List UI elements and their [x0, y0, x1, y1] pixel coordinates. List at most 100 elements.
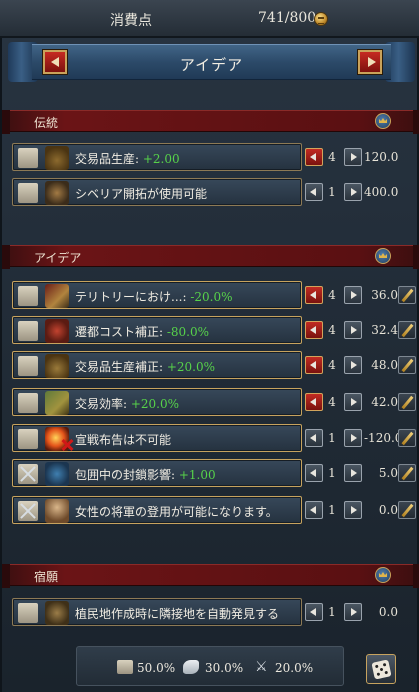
idea-box[interactable]: 宣戦布告は不可能	[12, 424, 302, 452]
prev-page-button[interactable]	[43, 50, 67, 74]
decrease-level-button[interactable]	[305, 393, 323, 411]
arrow-right-icon	[351, 361, 357, 369]
arrow-left-icon	[310, 153, 316, 161]
idea-box[interactable]: テリトリーにおけ...: -20.0%	[12, 281, 302, 309]
pencil-edit-button[interactable]	[398, 356, 416, 374]
arrow-right-icon	[351, 608, 357, 616]
coin-icon	[314, 12, 328, 26]
arrow-left-icon	[310, 291, 316, 299]
next-page-button[interactable]	[358, 50, 382, 74]
arrow-right-icon	[351, 398, 357, 406]
arrow-right-icon	[351, 506, 357, 514]
increase-level-button[interactable]	[344, 286, 362, 304]
idea-box[interactable]: 遷都コスト補正: -80.0%	[12, 316, 302, 344]
increase-level-button[interactable]	[344, 501, 362, 519]
idea-level: 1	[328, 466, 336, 480]
swords-icon	[18, 501, 38, 521]
idea-bonus: +1.00	[178, 468, 216, 482]
idea-level: 1	[328, 431, 336, 445]
arrow-left-icon	[310, 326, 316, 334]
trade-goods-icon	[45, 354, 69, 378]
cost-value: 741/800	[258, 10, 317, 26]
scroll-icon	[18, 148, 38, 168]
decrease-level-button[interactable]	[305, 501, 323, 519]
pencil-edit-button[interactable]	[398, 429, 416, 447]
idea-bonus: +20.0%	[130, 397, 180, 411]
blockade-icon	[45, 462, 69, 486]
decrease-level-button[interactable]	[305, 148, 323, 166]
idea-box[interactable]: 植民地作成時に隣接地を自動発見する	[12, 598, 302, 626]
decrease-level-button[interactable]	[305, 183, 323, 201]
swords-icon: ⚔	[255, 659, 268, 675]
idea-row: シベリア開拓が使用可能 1 400.0	[12, 178, 412, 206]
decrease-level-button[interactable]	[305, 286, 323, 304]
crown-icon[interactable]	[375, 113, 391, 129]
idea-row: 遷都コスト補正: -80.0% 4 32.4	[12, 316, 416, 344]
idea-cost: 5.0	[378, 466, 398, 480]
idea-text: テリトリーにおけ...:	[75, 290, 191, 304]
scroll-icon	[18, 321, 38, 341]
idea-row: 宣戦布告は不可能 1 -120.0	[12, 424, 416, 452]
weight-admin: 50.0%	[137, 661, 176, 675]
siberia-icon	[45, 181, 69, 205]
pencil-edit-button[interactable]	[398, 501, 416, 519]
pencil-edit-button[interactable]	[398, 464, 416, 482]
cost-bar: 消費点 741/800	[0, 0, 419, 38]
section-header-ideas: アイデア	[2, 245, 419, 269]
idea-row: 包囲中の封鎖影響: +1.00 1 5.0	[12, 459, 416, 487]
idea-box[interactable]: 交易品生産補正: +20.0%	[12, 351, 302, 379]
decrease-level-button[interactable]	[305, 464, 323, 482]
crown-icon[interactable]	[375, 567, 391, 583]
idea-box[interactable]: 交易効率: +20.0%	[12, 388, 302, 416]
increase-level-button[interactable]	[344, 464, 362, 482]
increase-level-button[interactable]	[344, 321, 362, 339]
arrow-left-icon	[51, 57, 59, 67]
section-header-ambition: 宿願	[2, 564, 419, 588]
ideas-panel: アイデア 伝統 交易品生産: +2.00 4 120.0 シベリア開拓が使用可能…	[0, 38, 419, 692]
increase-level-button[interactable]	[344, 356, 362, 374]
idea-cost: 0.0	[378, 503, 398, 517]
idea-box[interactable]: シベリア開拓が使用可能	[12, 178, 302, 206]
decrease-level-button[interactable]	[305, 321, 323, 339]
idea-bonus: +2.00	[142, 152, 180, 166]
decrease-level-button[interactable]	[305, 603, 323, 621]
decrease-level-button[interactable]	[305, 429, 323, 447]
idea-text: 交易品生産補正:	[75, 360, 167, 374]
dice-icon	[371, 659, 392, 680]
idea-row: 交易品生産: +2.00 4 120.0	[12, 143, 412, 171]
increase-level-button[interactable]	[344, 148, 362, 166]
decrease-level-button[interactable]	[305, 356, 323, 374]
idea-row: テリトリーにおけ...: -20.0% 4 36.0	[12, 281, 416, 309]
arrow-right-icon	[351, 153, 357, 161]
scroll-icon	[117, 660, 133, 674]
idea-text: 女性の将軍の登用が可能になります。	[75, 505, 278, 519]
trade-goods-icon	[45, 146, 69, 170]
idea-bonus: +20.0%	[166, 360, 216, 374]
pencil-edit-button[interactable]	[398, 286, 416, 304]
crown-icon[interactable]	[375, 248, 391, 264]
idea-cost: 0.0	[378, 605, 398, 619]
arrow-left-icon	[310, 608, 316, 616]
arrow-left-icon	[310, 434, 316, 442]
idea-cost: 48.0	[371, 358, 398, 372]
pencil-edit-button[interactable]	[398, 321, 416, 339]
increase-level-button[interactable]	[344, 429, 362, 447]
colony-icon	[45, 601, 69, 625]
title-banner: アイデア	[2, 40, 419, 84]
idea-bonus: -20.0%	[190, 290, 233, 304]
trade-efficiency-icon	[45, 391, 69, 415]
idea-box[interactable]: 交易品生産: +2.00	[12, 143, 302, 171]
idea-box[interactable]: 女性の将軍の登用が可能になります。	[12, 496, 302, 524]
idea-level: 1	[328, 503, 336, 517]
dove-icon	[183, 660, 199, 674]
increase-level-button[interactable]	[344, 603, 362, 621]
idea-level: 4	[328, 358, 336, 372]
increase-level-button[interactable]	[344, 183, 362, 201]
idea-box[interactable]: 包囲中の封鎖影響: +1.00	[12, 459, 302, 487]
pencil-edit-button[interactable]	[398, 393, 416, 411]
swords-icon	[18, 464, 38, 484]
randomize-dice-button[interactable]	[366, 654, 396, 684]
increase-level-button[interactable]	[344, 393, 362, 411]
idea-row: 女性の将軍の登用が可能になります。 1 0.0	[12, 496, 416, 524]
arrow-right-icon	[351, 326, 357, 334]
